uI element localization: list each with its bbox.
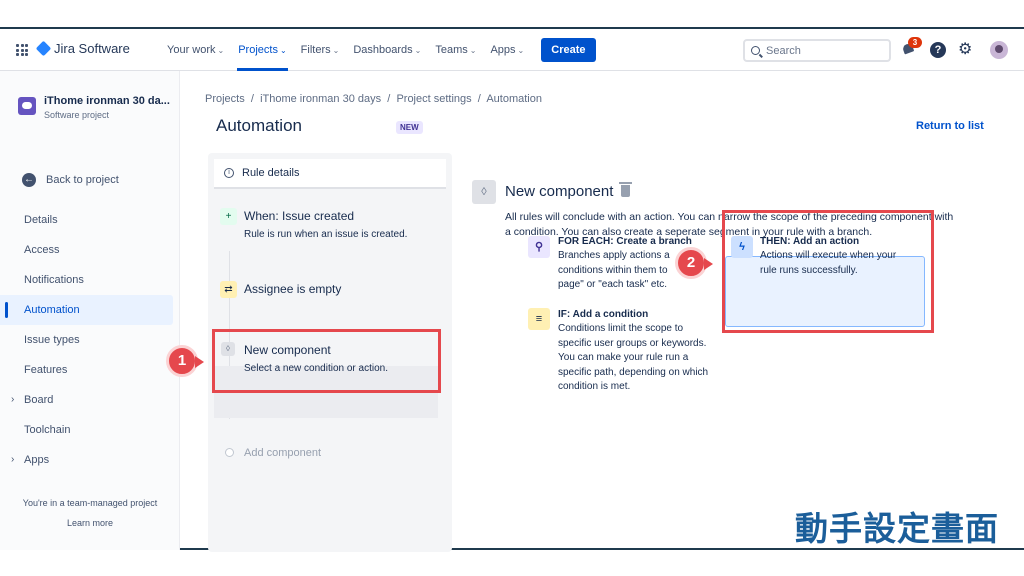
notification-badge: 3 bbox=[908, 37, 922, 48]
sidebar-item-notifications[interactable]: Notifications bbox=[0, 265, 173, 295]
project-type: Software project bbox=[44, 110, 110, 120]
chevron-down-icon: ⌄ bbox=[332, 46, 340, 55]
jira-logo[interactable]: Jira Software bbox=[35, 40, 130, 57]
branch-icon: ⚲ bbox=[528, 236, 550, 258]
condition-title[interactable]: Assignee is empty bbox=[244, 282, 341, 296]
trigger-title[interactable]: When: Issue created bbox=[244, 209, 354, 223]
sidebar-item-access[interactable]: Access bbox=[0, 235, 173, 265]
plus-icon: + bbox=[220, 208, 237, 225]
user-avatar[interactable] bbox=[990, 41, 1008, 59]
project-avatar-icon bbox=[18, 97, 36, 115]
sidebar-item-automation[interactable]: Automation bbox=[0, 295, 173, 325]
jira-diamond-icon bbox=[35, 40, 52, 57]
for-each-description: Branches apply actions a conditions with… bbox=[558, 250, 670, 290]
if-condition-description: Conditions limit the scope to specific u… bbox=[558, 323, 709, 392]
for-each-option[interactable]: FOR EACH: Create a branch bbox=[558, 236, 692, 247]
back-label: Back to project bbox=[46, 174, 119, 186]
trash-icon[interactable] bbox=[619, 182, 632, 197]
chevron-down-icon: ⌄ bbox=[217, 46, 225, 55]
caption-text: 動手設定畫面 bbox=[795, 509, 999, 548]
product-name: Jira Software bbox=[54, 41, 130, 56]
nav-apps[interactable]: Apps ⌄ bbox=[483, 29, 531, 71]
breadcrumb-automation[interactable]: Automation bbox=[486, 93, 542, 105]
filter-icon: ≡ bbox=[528, 308, 550, 330]
breadcrumb-project[interactable]: iThome ironman 30 days bbox=[260, 93, 381, 105]
rule-details-button[interactable]: i Rule details bbox=[214, 159, 446, 189]
breadcrumb-projects[interactable]: Projects bbox=[205, 93, 245, 105]
step-marker-2: 2 bbox=[675, 247, 713, 279]
nav-your-work[interactable]: Your work ⌄ bbox=[160, 29, 231, 71]
nav-teams[interactable]: Teams ⌄ bbox=[428, 29, 483, 71]
chevron-down-icon: ⌄ bbox=[469, 46, 477, 55]
breadcrumb-project-settings[interactable]: Project settings bbox=[396, 93, 471, 105]
back-to-project-link[interactable]: ← Back to project bbox=[22, 173, 119, 187]
sidebar-item-apps[interactable]: › Apps bbox=[0, 445, 173, 475]
project-name: iThome ironman 30 da... bbox=[44, 95, 170, 107]
sidebar-item-features[interactable]: Features bbox=[0, 355, 173, 385]
info-icon: i bbox=[224, 168, 234, 178]
chevron-down-icon: ⌄ bbox=[414, 46, 422, 55]
learn-more-link[interactable]: Learn more bbox=[0, 518, 180, 528]
create-button[interactable]: Create bbox=[541, 38, 596, 62]
sidebar-item-toolchain[interactable]: Toolchain bbox=[0, 415, 173, 445]
return-to-list-link[interactable]: Return to list bbox=[916, 120, 984, 132]
nav-menu: Your work ⌄ Projects ⌄ Filters ⌄ Dashboards… bbox=[160, 29, 596, 71]
component-title: New component bbox=[505, 183, 614, 200]
chevron-right-icon: › bbox=[11, 394, 15, 405]
page-title: Automation bbox=[216, 116, 302, 135]
project-header[interactable]: iThome ironman 30 da... Software project bbox=[18, 95, 170, 120]
arrow-left-icon: ← bbox=[22, 173, 36, 187]
settings-gear-icon[interactable]: ⚙ bbox=[958, 40, 972, 60]
new-badge: NEW bbox=[396, 121, 423, 134]
top-navigation: Jira Software Your work ⌄ Projects ⌄ Filte… bbox=[0, 29, 1024, 71]
app-switcher-icon[interactable] bbox=[16, 44, 28, 56]
step-marker-1: 1 bbox=[166, 345, 204, 377]
sidebar-item-board[interactable]: › Board bbox=[0, 385, 173, 415]
add-component-dot-icon bbox=[225, 448, 234, 457]
if-condition-option[interactable]: IF: Add a condition bbox=[558, 309, 648, 320]
settings-nav: Details Access Notifications Automation … bbox=[0, 205, 180, 475]
nav-dashboards[interactable]: Dashboards ⌄ bbox=[346, 29, 428, 71]
sidebar-item-issue-types[interactable]: Issue types bbox=[0, 325, 173, 355]
highlight-box-new-component bbox=[212, 329, 441, 393]
breadcrumb: Projects / iThome ironman 30 days / Proj… bbox=[205, 93, 542, 105]
team-managed-note: You're in a team-managed project bbox=[22, 498, 158, 508]
help-icon[interactable]: ? bbox=[930, 42, 946, 58]
search-icon bbox=[751, 46, 760, 55]
highlight-box-then-action bbox=[722, 210, 934, 333]
rule-details-label: Rule details bbox=[242, 167, 300, 179]
chevron-down-icon: ⌄ bbox=[279, 46, 287, 55]
search-input[interactable]: Search bbox=[743, 39, 891, 62]
nav-projects[interactable]: Projects ⌄ bbox=[231, 29, 293, 71]
sidebar-item-details[interactable]: Details bbox=[0, 205, 173, 235]
app-frame: Jira Software Your work ⌄ Projects ⌄ Filte… bbox=[0, 27, 1024, 552]
chevron-right-icon: › bbox=[11, 454, 15, 465]
chevron-down-icon: ⌄ bbox=[517, 46, 525, 55]
add-component-button[interactable]: Add component bbox=[244, 447, 321, 459]
project-sidebar: iThome ironman 30 da... Software project… bbox=[0, 71, 180, 550]
trigger-description: Rule is run when an issue is created. bbox=[244, 229, 408, 240]
shuffle-icon: ⇄ bbox=[220, 281, 237, 298]
nav-filters[interactable]: Filters ⌄ bbox=[294, 29, 347, 71]
component-node-icon: ◊ bbox=[472, 180, 496, 204]
search-placeholder: Search bbox=[766, 44, 801, 57]
